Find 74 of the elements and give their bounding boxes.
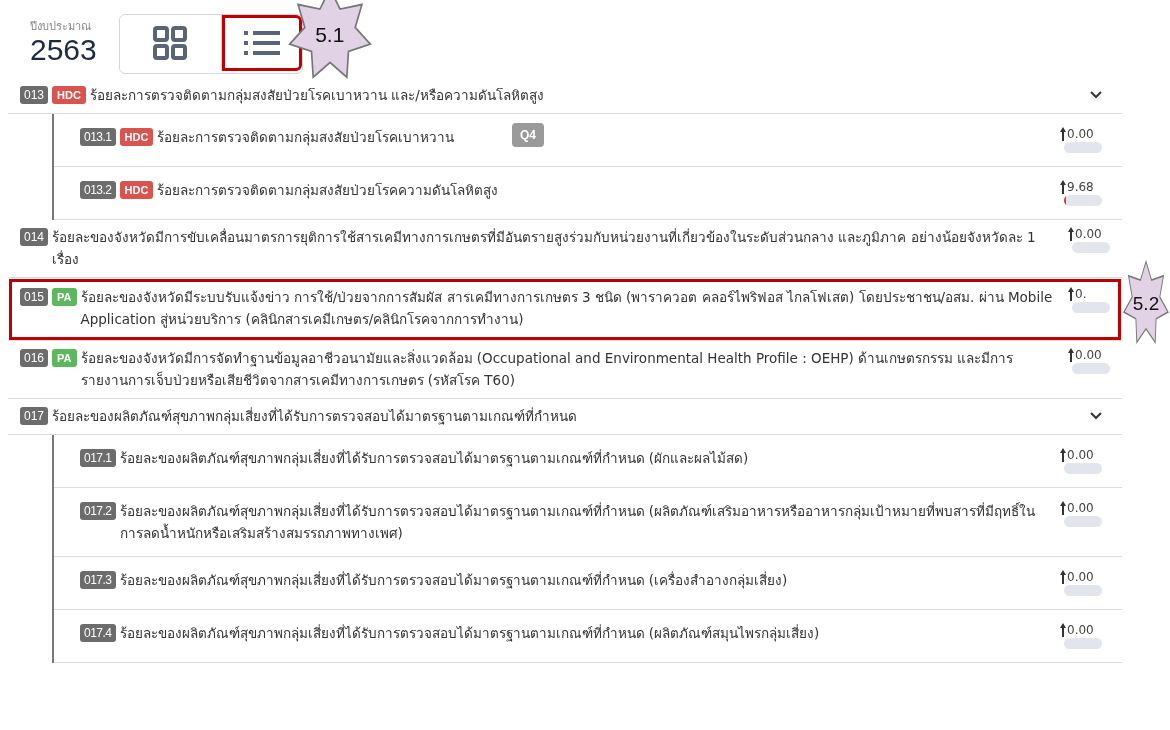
arrow-up-icon (1060, 570, 1066, 584)
progress-bar (1064, 516, 1102, 527)
code-badge: 017.4 (80, 624, 116, 642)
sub-indicator-row[interactable]: 017.1 ร้อยละของผลิตภัณฑ์สุขภาพกลุ่มเสี่ยงที่ได้รับการตรวจสอบได้มาตรฐานตามเกณฑ์ที่กำหนด (ผักและผลไม้สด) 0.00 (54, 435, 1122, 488)
arrow-up-icon (1060, 127, 1066, 141)
list-icon (243, 29, 280, 57)
tag-badge: PA (52, 288, 77, 306)
arrow-up-icon (1060, 448, 1066, 462)
value-text: 0.00 (1067, 500, 1094, 516)
chevron-icon[interactable] (1090, 91, 1102, 99)
value-text: 0.00 (1067, 126, 1094, 142)
sub-indicator-row[interactable]: 017.4 ร้อยละของผลิตภัณฑ์สุขภาพกลุ่มเสี่ยงที่ได้รับการตรวจสอบได้มาตรฐานตามเกณฑ์ที่กำหนด (ผลิตภัณฑ์สมุนไพรกลุ่มเสี่ยง) 0.00 (54, 610, 1122, 663)
callout-badge: 5.2 (1123, 260, 1169, 344)
indicator-row[interactable]: 017 ร้อยละของผลิตภัณฑ์สุขภาพกลุ่มเสี่ยงที่ได้รับการตรวจสอบได้มาตรฐานตามเกณฑ์ที่กำหนด (8, 399, 1122, 435)
value-text: 0.00 (1067, 622, 1094, 638)
indicator-title: ร้อยละของจังหวัดมีการขับเคลื่อนมาตรการยุติการใช้สารเคมีทางการเกษตรที่มีอันตรายสูงร่วมกับหน่วยงานที่เกี่ยวข้องในระดับส่วนกลาง และภูมิภาค อย่างน้อยจังหวัดละ 1 เรื่อง (52, 227, 1037, 269)
arrow-up-icon (1068, 287, 1074, 301)
code-badge: 017.1 (80, 449, 116, 467)
code-badge: 017 (20, 407, 49, 425)
tag-badge: PA (52, 349, 77, 367)
value-text: 0.00 (1075, 347, 1102, 363)
value-text: 0.00 (1067, 447, 1094, 463)
progress-bar (1064, 463, 1102, 474)
indicator-row[interactable] (8, 278, 1122, 341)
value-text: 0. (1075, 286, 1087, 302)
indicator-title: ร้อยละของผลิตภัณฑ์สุขภาพกลุ่มเสี่ยงที่ได้รับการตรวจสอบได้มาตรฐานตามเกณฑ์ที่กำหนด (ผลิตภัณฑ์สมุนไพรกลุ่มเสี่ยง) (119, 623, 820, 644)
indicator-title: ร้อยละของผลิตภัณฑ์สุขภาพกลุ่มเสี่ยงที่ได้รับการตรวจสอบได้มาตรฐานตามเกณฑ์ที่กำหนด (ผลิตภัณฑ์เสริมอาหารหรืออาหารกลุ่มเป้าหมายที่พบสารที่มีฤทธิ์ในการลดน้ำหนักหรือเสริมสร้างสมรรถภาพทางเพศ) (119, 501, 1037, 543)
grid-icon (153, 26, 188, 60)
value-text: 9.68 (1067, 179, 1094, 195)
sub-indicator-row[interactable]: 013.2 HDC ร้อยละการตรวจติดตามกลุ่มสงสัยป่วยโรคความดันโลหิตสูง 9.68 (54, 167, 1122, 220)
year-text: 2563 (30, 33, 97, 67)
progress-bar (1072, 242, 1110, 253)
tag-badge: HDC (119, 128, 154, 146)
arrow-up-icon (1068, 348, 1074, 362)
indicator-title: ร้อยละของผลิตภัณฑ์สุขภาพกลุ่มเสี่ยงที่ได้รับการตรวจสอบได้มาตรฐานตามเกณฑ์ที่กำหนด (เครื่องสำอางกลุ่มเสี่ยง) (119, 570, 788, 591)
tag-badge: HDC (52, 86, 86, 104)
code-badge: 015 (20, 288, 49, 306)
code-badge: 014 (20, 228, 49, 246)
progress-bar (1064, 638, 1102, 649)
progress-bar (1072, 302, 1110, 313)
sub-indicator-row[interactable]: 017.3 ร้อยละของผลิตภัณฑ์สุขภาพกลุ่มเสี่ยงที่ได้รับการตรวจสอบได้มาตรฐานตามเกณฑ์ที่กำหนด (เครื่องสำอางกลุ่มเสี่ยง) 0.00 (54, 557, 1122, 610)
tooltip: Q4 (512, 123, 544, 147)
progress-bar (1072, 363, 1110, 374)
indicator-title: ร้อยละของจังหวัดมีการจัดทำฐานข้อมูลอาชีวอนามัยและสิ่งแวดล้อม (Occupational and Environmental Health Profile : OEHP) ด้านเกษตรกรรม และมีการรายงานการเจ็บป่วยหรือเสียชีวิตจากสารเคมีทางการเกษตร (รหัสโรค T60) (80, 348, 1015, 390)
grid-view-button[interactable] (119, 15, 222, 71)
value-text: 0.00 (1075, 226, 1102, 242)
code-badge: 017.3 (80, 571, 116, 589)
value-text: 0.00 (1067, 569, 1094, 585)
sub-indicator-row[interactable]: 013.1 HDC ร้อยละการตรวจติดตามกลุ่มสงสัยป่วยโรคเบาหวาน Q4 0.00 (54, 114, 1122, 167)
sub-indicator-row[interactable]: 017.2 ร้อยละของผลิตภัณฑ์สุขภาพกลุ่มเสี่ยงที่ได้รับการตรวจสอบได้มาตรฐานตามเกณฑ์ที่กำหนด (ผลิตภัณฑ์เสริมอาหารหรืออาหารกลุ่มเป้าหมายที่พบสารที่มีฤทธิ์ในการลดน้ำหนักหรือเสริมสร้างสมรรถภาพทางเพศ) 0.00 (54, 488, 1122, 557)
indicator-title: ร้อยละของผลิตภัณฑ์สุขภาพกลุ่มเสี่ยงที่ได้รับการตรวจสอบได้มาตรฐานตามเกณฑ์ที่กำหนด (52, 406, 578, 427)
budget-label: ปีงบประมาณ (30, 21, 91, 33)
arrow-up-icon (1068, 227, 1074, 241)
tag-badge: HDC (119, 181, 154, 199)
progress-bar (1064, 142, 1102, 153)
indicator-title: ร้อยละการตรวจติดตามกลุ่มสงสัยป่วยโรคความดันโลหิตสูง (157, 181, 499, 201)
indicator-title: ร้อยละของผลิตภัณฑ์สุขภาพกลุ่มเสี่ยงที่ได้รับการตรวจสอบได้มาตรฐานตามเกณฑ์ที่กำหนด (ผักและผลไม้สด) (119, 448, 749, 469)
indicator-title: ร้อยละการตรวจติดตามกลุ่มสงสัยป่วยโรคเบาหวาน (157, 128, 455, 148)
arrow-up-icon (1060, 501, 1066, 515)
list-view-button[interactable] (221, 15, 302, 71)
code-badge: 016 (20, 349, 49, 367)
code-badge: 013.1 (80, 128, 116, 146)
arrow-up-icon (1060, 623, 1066, 637)
arrow-up-icon (1060, 180, 1066, 194)
indicator-title: ร้อยละของจังหวัดมีระบบรับแจ้งข่าว การใช้/ป่วยจากการสัมผัส สารเคมีทางการเกษตร 3 ชนิด (พาราควอต คลอร์ไพริฟอส ไกลโฟเสต) โดยประชาชน/อสม. ผ่าน Mobile Application สู่หน่วยบริการ (คลินิกสารเคมีเกษตร/คลินิกโรคจากการทำงาน) (80, 288, 1054, 330)
chevron-icon[interactable] (1090, 412, 1102, 420)
code-badge: 013 (20, 86, 49, 104)
callout-badge: 5.1 (287, 0, 372, 79)
indicator-row[interactable]: 013 HDC ร้อยละการตรวจติดตามกลุ่มสงสัยป่วยโรคเบาหวาน และ/หรือความดันโลหิตสูง (8, 78, 1122, 114)
code-badge: 013.2 (80, 181, 116, 199)
indicator-row[interactable]: 014 ร้อยละของจังหวัดมีการขับเคลื่อนมาตรการยุติการใช้สารเคมีทางการเกษตรที่มีอันตรายสูงร่วมกับหน่วยงานที่เกี่ยวข้องในระดับส่วนกลาง และภูมิภาค อย่างน้อยจังหวัดละ 1 เรื่อง 0.00 (8, 220, 1122, 278)
indicator-title: ร้อยละการตรวจติดตามกลุ่มสงสัยป่วยโรคเบาหวาน และ/หรือความดันโลหิตสูง (89, 86, 544, 106)
progress-bar (1064, 585, 1102, 596)
code-badge: 017.2 (80, 502, 116, 520)
